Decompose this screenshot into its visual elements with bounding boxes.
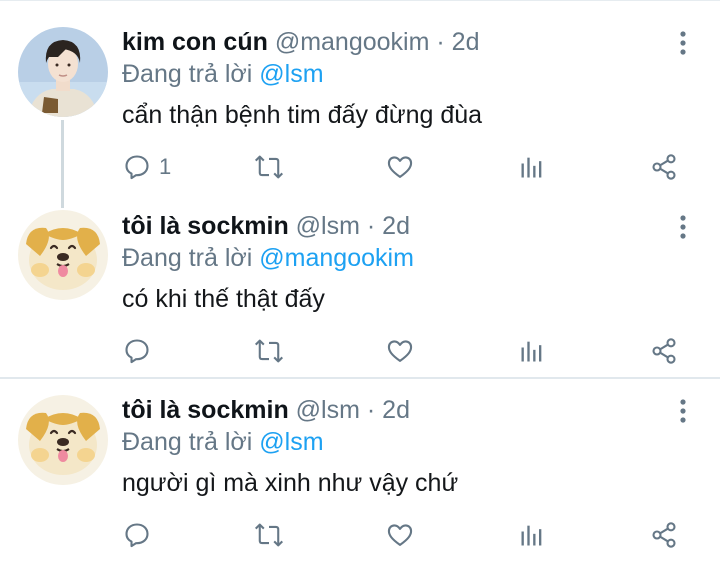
- heart-icon: [387, 156, 413, 178]
- reply-icon: [125, 339, 149, 364]
- retweet-button[interactable]: [254, 336, 284, 366]
- reply-button[interactable]: 1: [123, 152, 171, 182]
- more-vertical-icon: [680, 399, 686, 423]
- share-icon: [652, 154, 676, 180]
- tweet-text: có khi thế thật đấy: [122, 285, 325, 313]
- reply-count: 1: [159, 154, 172, 179]
- tweet-header: tôi là sockmin @lsm · 2d: [122, 211, 410, 241]
- retweet-button[interactable]: [254, 152, 284, 182]
- retweet-icon: [254, 155, 284, 179]
- avatar-kim-con-cun[interactable]: [18, 27, 108, 117]
- user-handle[interactable]: @lsm: [296, 212, 360, 240]
- mention-link[interactable]: @lsm: [259, 428, 323, 456]
- avatar-toi-la-sockmin[interactable]: [18, 210, 108, 300]
- tweet-header: kim con cún @mangookim · 2d: [122, 27, 479, 57]
- more-vertical-icon: [680, 31, 686, 55]
- analytics-icon: [521, 525, 542, 546]
- reply-button[interactable]: [123, 336, 151, 366]
- heart-icon: [387, 524, 413, 546]
- separator-dot: ·: [366, 396, 376, 424]
- replying-to-line: Đang trả lời @lsm: [122, 427, 324, 457]
- like-button[interactable]: [386, 336, 414, 366]
- tweet-header: tôi là sockmin @lsm · 2d: [122, 395, 410, 425]
- top-divider: [0, 0, 720, 1]
- replying-to-label: Đang trả lời: [122, 244, 253, 272]
- share-button[interactable]: [650, 152, 678, 182]
- dog-avatar-icon: [18, 395, 108, 485]
- replying-to-line: Đang trả lời @lsm: [122, 59, 324, 89]
- reply-icon: [125, 523, 149, 548]
- mention-link[interactable]: @mangookim: [259, 244, 414, 272]
- replying-to-label: Đang trả lời: [122, 428, 253, 456]
- retweet-icon: [254, 339, 284, 363]
- separator-dot: ·: [366, 212, 376, 240]
- tweet-text: người gì mà xinh như vậy chứ: [122, 469, 459, 497]
- share-button[interactable]: [650, 336, 678, 366]
- reply-icon: [125, 155, 149, 180]
- user-handle[interactable]: @mangookim: [275, 28, 430, 56]
- more-options-button[interactable]: [672, 212, 694, 242]
- separator-dot: ·: [436, 28, 445, 56]
- thread-connector-line: [61, 120, 64, 208]
- display-name[interactable]: tôi là sockmin: [122, 212, 289, 240]
- tweet-text: cẩn thận bệnh tim đấy đừng đùa: [122, 101, 483, 129]
- share-icon: [652, 522, 676, 548]
- avatar-toi-la-sockmin[interactable]: [18, 395, 108, 485]
- reply-button[interactable]: [123, 520, 151, 550]
- share-button[interactable]: [650, 520, 678, 550]
- share-icon: [652, 338, 676, 364]
- tweet-divider: [0, 377, 720, 379]
- retweet-icon: [254, 523, 284, 547]
- retweet-button[interactable]: [254, 520, 284, 550]
- more-options-button[interactable]: [672, 396, 694, 426]
- dog-avatar-icon: [18, 210, 108, 300]
- replying-to-label: Đang trả lời: [122, 60, 253, 88]
- heart-icon: [387, 340, 413, 362]
- analytics-button[interactable]: [518, 520, 546, 550]
- analytics-button[interactable]: [518, 336, 546, 366]
- more-vertical-icon: [680, 215, 686, 239]
- display-name[interactable]: tôi là sockmin: [122, 396, 289, 424]
- display-name[interactable]: kim con cún: [122, 28, 268, 56]
- like-button[interactable]: [386, 520, 414, 550]
- analytics-icon: [521, 341, 542, 362]
- like-button[interactable]: [386, 152, 414, 182]
- person-avatar-icon: [18, 27, 108, 117]
- timestamp[interactable]: 2d: [452, 28, 480, 56]
- more-options-button[interactable]: [672, 28, 694, 58]
- mention-link[interactable]: @lsm: [259, 60, 323, 88]
- user-handle[interactable]: @lsm: [296, 396, 360, 424]
- timestamp[interactable]: 2d: [382, 396, 410, 424]
- timestamp[interactable]: 2d: [382, 212, 410, 240]
- analytics-icon: [521, 157, 542, 178]
- replying-to-line: Đang trả lời @mangookim: [122, 243, 414, 273]
- analytics-button[interactable]: [518, 152, 546, 182]
